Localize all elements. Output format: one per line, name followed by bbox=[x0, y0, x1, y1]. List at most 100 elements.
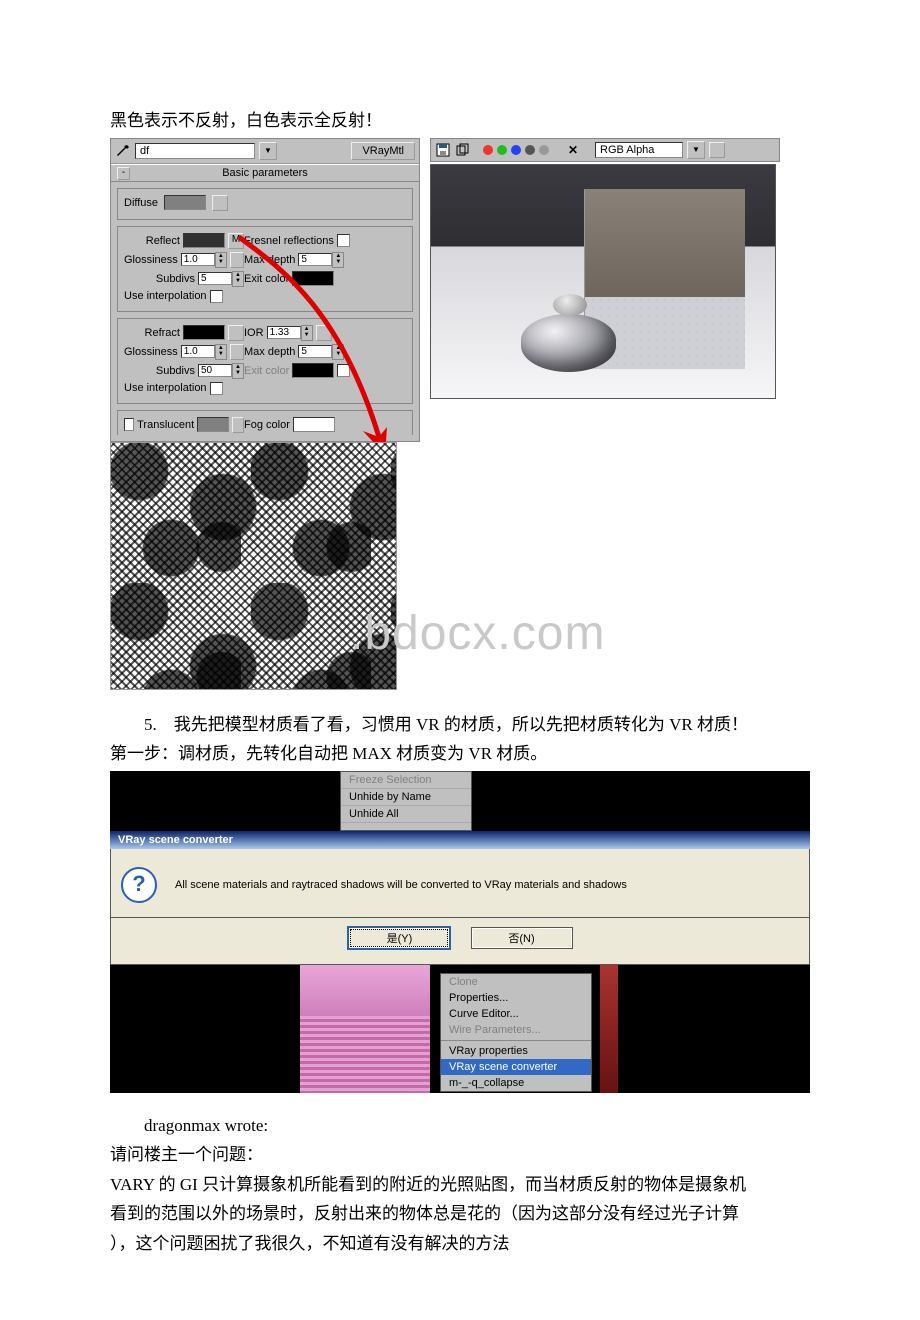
label-reflect-interp: Use interpolation bbox=[124, 290, 207, 302]
render-toolbar: ✕ ▼ bbox=[430, 138, 780, 162]
ctx2-collapse[interactable]: m-_-q_collapse bbox=[441, 1075, 591, 1091]
viewport-bottom: Clone Properties... Curve Editor... Wire… bbox=[110, 965, 810, 1093]
group-diffuse: Diffuse bbox=[117, 188, 413, 220]
viewport-top: Freeze Selection Unhide by Name Unhide A… bbox=[110, 771, 810, 831]
dialog-no-button[interactable]: 否(N) bbox=[471, 927, 573, 949]
clear-icon[interactable]: ✕ bbox=[565, 142, 581, 158]
refract-exitcolor-swatch[interactable] bbox=[292, 363, 334, 378]
channel-alpha-icon[interactable] bbox=[525, 145, 535, 155]
diffuse-swatch[interactable] bbox=[164, 195, 206, 210]
dialog-yes-button[interactable]: 是(Y) bbox=[347, 926, 451, 950]
ctx2-properties[interactable]: Properties... bbox=[441, 990, 591, 1006]
intro-text: 黑色表示不反射，白色表示全反射！ bbox=[110, 108, 820, 134]
ctx-unhide-all[interactable]: Unhide All bbox=[341, 806, 471, 823]
reflect-subdivs-spinner[interactable]: 5▲▼ bbox=[198, 271, 244, 287]
label-refract-interp: Use interpolation bbox=[124, 382, 207, 394]
label-translucent: Translucent bbox=[137, 419, 194, 431]
channel-dropdown-icon[interactable]: ▼ bbox=[687, 141, 705, 159]
reflect-exitcolor-swatch[interactable] bbox=[292, 271, 334, 286]
diffuse-map-button[interactable] bbox=[212, 195, 228, 211]
viewport-aux-pink bbox=[300, 965, 430, 1093]
context-menu-bottom: Clone Properties... Curve Editor... Wire… bbox=[440, 973, 592, 1092]
context-menu-top: Freeze Selection Unhide by Name Unhide A… bbox=[340, 771, 472, 831]
material-topbar: ▼ VRayMtl bbox=[111, 139, 419, 164]
figure-top: ▼ VRayMtl - Basic parameters Diffuse bbox=[110, 138, 820, 690]
reflect-interp-checkbox[interactable] bbox=[210, 290, 223, 303]
channel-mono-icon[interactable] bbox=[539, 145, 549, 155]
label-reflect-subdivs: Subdivs bbox=[156, 273, 195, 285]
label-reflect-glossiness: Glossiness bbox=[124, 254, 178, 266]
para5-line2: 第一步：调材质，先转化自动把 MAX 材质变为 VR 材质。 bbox=[110, 741, 820, 767]
ctx2-curve-editor[interactable]: Curve Editor... bbox=[441, 1006, 591, 1022]
ctx2-vray-properties[interactable]: VRay properties bbox=[441, 1043, 591, 1059]
label-reflect: Reflect bbox=[146, 235, 180, 247]
render-teapot-object bbox=[511, 292, 631, 372]
reflect-swatch[interactable] bbox=[183, 233, 225, 248]
label-refract-maxdepth: Max depth bbox=[244, 346, 295, 358]
pattern-texture bbox=[110, 442, 397, 690]
label-refract-glossiness: Glossiness bbox=[124, 346, 178, 358]
label-refract-subdivs: Subdivs bbox=[156, 365, 195, 377]
dialog-buttons: 是(Y) 否(N) bbox=[110, 918, 810, 965]
translucent-map-button[interactable] bbox=[232, 417, 244, 433]
material-name-dropdown-icon[interactable]: ▼ bbox=[259, 142, 277, 160]
ctx2-separator bbox=[441, 1040, 591, 1041]
label-refract-exitcolor: Exit color bbox=[244, 365, 289, 377]
ctx2-vray-scene-converter[interactable]: VRay scene converter bbox=[441, 1059, 591, 1075]
quote-author: dragonmax wrote: bbox=[110, 1113, 820, 1139]
toolbar-aux-button[interactable] bbox=[709, 142, 725, 158]
label-fresnel: Fresnel reflections bbox=[244, 235, 334, 247]
material-type-button[interactable]: VRayMtl bbox=[351, 142, 415, 160]
translucent-checkbox[interactable] bbox=[124, 418, 134, 431]
refract-exitcolor-checkbox[interactable] bbox=[337, 364, 350, 377]
figure-dialog: Freeze Selection Unhide by Name Unhide A… bbox=[110, 771, 810, 1093]
reflect-glossiness-spinner[interactable]: 1.0▲▼ bbox=[181, 252, 227, 268]
reflect-map-button[interactable]: M bbox=[228, 233, 244, 249]
quote-line4: ），这个问题困扰了我很久，不知道有没有解决的方法 bbox=[110, 1231, 820, 1257]
channel-blue-icon[interactable] bbox=[511, 145, 521, 155]
ctx2-wire[interactable]: Wire Parameters... bbox=[441, 1022, 591, 1038]
fresnel-checkbox[interactable] bbox=[337, 234, 350, 247]
save-icon[interactable] bbox=[435, 142, 451, 158]
label-ior: IOR bbox=[244, 327, 264, 339]
refract-maxdepth-spinner[interactable]: 5▲▼ bbox=[298, 344, 344, 360]
refract-subdivs-spinner[interactable]: 50▲▼ bbox=[198, 363, 244, 379]
ior-spinner[interactable]: 1.33▲▼ bbox=[267, 325, 313, 341]
material-editor: ▼ VRayMtl - Basic parameters Diffuse bbox=[110, 138, 420, 442]
rollout-basic-parameters[interactable]: - Basic parameters bbox=[111, 164, 419, 182]
refract-glossiness-spinner[interactable]: 1.0▲▼ bbox=[181, 344, 227, 360]
rollout-title-label: Basic parameters bbox=[222, 167, 308, 179]
quote-line1: 请问楼主一个问题： bbox=[110, 1142, 820, 1168]
refract-interp-checkbox[interactable] bbox=[210, 382, 223, 395]
translucent-swatch[interactable] bbox=[197, 417, 229, 432]
refract-swatch[interactable] bbox=[183, 325, 225, 340]
render-preview bbox=[430, 164, 776, 399]
eyedropper-icon[interactable] bbox=[115, 143, 131, 159]
label-fog-color: Fog color bbox=[244, 419, 290, 431]
viewport-aux-red bbox=[600, 965, 618, 1093]
ctx2-clone[interactable]: Clone bbox=[441, 974, 591, 990]
dialog-body: ? All scene materials and raytraced shad… bbox=[110, 849, 810, 918]
label-diffuse: Diffuse bbox=[124, 197, 158, 209]
reflect-glossiness-map-button[interactable] bbox=[230, 252, 244, 268]
material-name-input[interactable] bbox=[135, 143, 255, 159]
channel-select[interactable] bbox=[595, 142, 683, 158]
channel-red-icon[interactable] bbox=[483, 145, 493, 155]
ctx-freeze-selection[interactable]: Freeze Selection bbox=[341, 772, 471, 789]
refract-glossiness-map-button[interactable] bbox=[230, 344, 244, 360]
rollout-collapse-icon[interactable]: - bbox=[117, 167, 130, 180]
ior-map-button[interactable] bbox=[316, 325, 332, 341]
dialog-titlebar: VRay scene converter bbox=[110, 831, 810, 849]
channel-green-icon[interactable] bbox=[497, 145, 507, 155]
quote-line2: VARY 的 GI 只计算摄象机所能看到的附近的光照贴图，而当材质反射的物体是摄… bbox=[110, 1172, 820, 1198]
refract-map-button[interactable] bbox=[228, 325, 244, 341]
fog-color-swatch[interactable] bbox=[293, 417, 335, 432]
reflect-maxdepth-spinner[interactable]: 5▲▼ bbox=[298, 252, 344, 268]
dialog-message: All scene materials and raytraced shadow… bbox=[175, 879, 627, 891]
question-icon: ? bbox=[121, 867, 157, 903]
group-refract: Refract IOR 1.33▲▼ Glossiness 1.0▲▼ bbox=[117, 318, 413, 404]
group-reflect: Reflect M Fresnel reflections Glossiness… bbox=[117, 226, 413, 312]
ctx-unhide-by-name[interactable]: Unhide by Name bbox=[341, 789, 471, 806]
label-refract: Refract bbox=[145, 327, 180, 339]
clone-icon[interactable] bbox=[455, 142, 471, 158]
